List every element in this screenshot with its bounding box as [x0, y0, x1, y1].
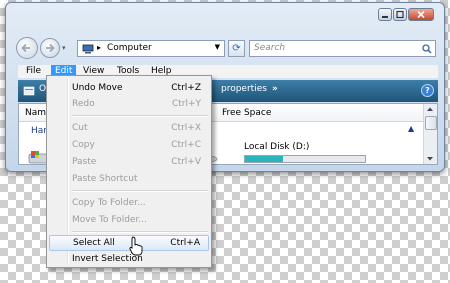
system-properties-button[interactable]: properties	[221, 84, 267, 94]
menu-item-redo[interactable]: Redo Ctrl+Y	[49, 96, 209, 112]
forward-arrow-icon	[46, 43, 55, 53]
scroll-up-icon[interactable]	[424, 104, 436, 114]
minimize-icon	[382, 16, 388, 18]
collapse-group-icon[interactable]: ▲	[408, 124, 414, 133]
menu-item-label: Paste	[72, 157, 97, 167]
drive-label-d[interactable]: Local Disk (D:)	[244, 142, 309, 152]
breadcrumb-separator[interactable]: ▸	[97, 43, 101, 52]
menu-item-shortcut: Ctrl+A	[170, 238, 200, 248]
menu-item-label: Move To Folder...	[72, 215, 147, 225]
menu-item-shortcut: Ctrl+X	[171, 123, 201, 133]
menu-item-move-to-folder[interactable]: Move To Folder...	[49, 212, 209, 228]
vertical-scrollbar[interactable]	[423, 104, 437, 164]
scroll-down-icon[interactable]	[424, 154, 436, 164]
menu-item-shortcut: Ctrl+Y	[171, 99, 201, 109]
menu-item-label: Copy To Folder...	[72, 198, 146, 208]
help-button[interactable]: ?	[421, 84, 434, 97]
drive-usage-fill	[245, 156, 284, 162]
menu-separator	[72, 190, 208, 192]
menu-item-copy-to-folder[interactable]: Copy To Folder...	[49, 195, 209, 211]
menu-item-cut[interactable]: Cut Ctrl+X	[49, 120, 209, 136]
menu-item-shortcut: Ctrl+C	[171, 140, 201, 150]
maximize-icon	[396, 10, 404, 19]
address-dropdown-icon[interactable]: ▼	[215, 43, 220, 51]
menu-item-label: Paste Shortcut	[72, 174, 138, 184]
search-placeholder: Search	[254, 43, 286, 53]
close-icon	[417, 10, 425, 19]
more-commands-button[interactable]: »	[272, 84, 278, 94]
menu-separator	[72, 231, 208, 233]
organize-icon	[23, 86, 35, 96]
menu-item-shortcut: Ctrl+V	[171, 157, 201, 167]
forward-button[interactable]	[40, 38, 60, 58]
refresh-icon: ⟳	[232, 43, 241, 54]
back-arrow-icon	[21, 43, 30, 53]
menu-item-label: Redo	[72, 99, 95, 109]
back-button[interactable]	[16, 37, 38, 59]
menu-item-shortcut: Ctrl+Z	[171, 83, 201, 93]
maximize-button[interactable]	[393, 8, 407, 21]
address-path[interactable]: Computer	[107, 43, 152, 53]
address-bar[interactable]: ▸ Computer ▼	[77, 40, 225, 57]
menu-item-copy[interactable]: Copy Ctrl+C	[49, 137, 209, 153]
menu-item-undo-move[interactable]: Undo Move Ctrl+Z	[49, 80, 209, 96]
recent-pages-icon[interactable]: ▾	[62, 44, 66, 52]
menu-item-label: Cut	[72, 123, 88, 133]
menu-item-label: Select All	[73, 238, 115, 248]
menu-item-paste[interactable]: Paste Ctrl+V	[49, 154, 209, 170]
drive-usage-bar	[244, 155, 366, 163]
minimize-button[interactable]	[378, 8, 392, 21]
computer-icon	[82, 44, 94, 54]
column-free-space[interactable]: Free Space	[222, 108, 271, 118]
menu-separator	[72, 115, 208, 117]
menu-item-label: Undo Move	[72, 83, 123, 93]
close-button[interactable]	[408, 8, 434, 21]
menu-item-paste-shortcut[interactable]: Paste Shortcut	[49, 171, 209, 187]
scroll-thumb[interactable]	[425, 116, 437, 130]
menu-file[interactable]: File	[22, 65, 45, 78]
menu-item-label: Copy	[72, 140, 95, 150]
search-icon[interactable]	[422, 44, 432, 54]
refresh-button[interactable]: ⟳	[228, 40, 245, 57]
mouse-cursor-icon	[129, 236, 143, 256]
search-input[interactable]: Search	[249, 40, 436, 57]
